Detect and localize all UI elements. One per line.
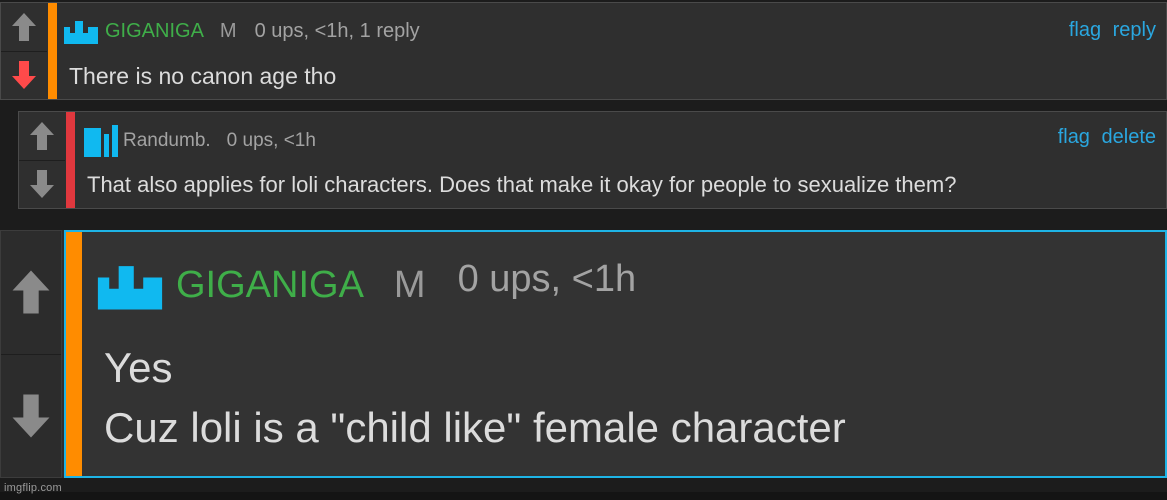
downvote-arrow-icon [30, 170, 54, 199]
vote-column [19, 112, 65, 208]
comment-body: GIGANIGA M 0 ups, <1h, 1 reply flag repl… [59, 3, 1166, 99]
comment-text-line-2: Cuz loli is a "child like" female charac… [104, 404, 846, 451]
upvote-button[interactable] [1, 231, 61, 354]
imgflip-crown-icon [97, 266, 163, 310]
mod-badge: M [393, 263, 426, 306]
delete-link[interactable]: delete [1102, 126, 1157, 148]
comment-body: GIGANIGA M 0 ups, <1h Yes Cuz loli is a … [84, 232, 1165, 476]
upvote-button[interactable] [19, 112, 65, 160]
reply-link[interactable]: reply [1113, 19, 1156, 41]
flag-link[interactable]: flag [1058, 126, 1090, 148]
downvote-button[interactable] [1, 353, 61, 478]
mod-badge: M [219, 19, 237, 42]
comment-text: There is no canon age tho [69, 63, 337, 89]
comment-stripe [66, 112, 75, 208]
comment-highlight-frame: GIGANIGA M 0 ups, <1h Yes Cuz loli is a … [64, 230, 1167, 478]
comment-stripe [48, 3, 57, 99]
comment-username[interactable]: GIGANIGA [105, 20, 204, 43]
comment-actions: flag reply [1069, 19, 1156, 42]
comment-body: Randumb. 0 ups, <1h flag delete That als… [77, 112, 1166, 208]
comment-username[interactable]: GIGANIGA [176, 264, 364, 307]
imgflip-crown-icon [64, 21, 98, 44]
upvote-arrow-icon [12, 270, 50, 314]
vote-column [0, 230, 62, 478]
comment-text: That also applies for loli characters. D… [87, 172, 957, 197]
bottom-strip [0, 492, 1167, 500]
comment-username[interactable]: Randumb. [123, 130, 211, 152]
upvote-button[interactable] [1, 3, 47, 51]
downvote-arrow-icon [12, 61, 36, 90]
imgflip-watermark: imgflip.com [4, 482, 62, 494]
vote-column [1, 3, 47, 99]
comment-text-line-1: Yes [104, 344, 173, 391]
upvote-arrow-icon [12, 12, 36, 41]
comment-1: GIGANIGA M 0 ups, <1h, 1 reply flag repl… [0, 2, 1167, 100]
comment-meta: 0 ups, <1h, 1 reply [254, 19, 420, 42]
comment-3: GIGANIGA M 0 ups, <1h Yes Cuz loli is a … [0, 230, 1167, 478]
flag-link[interactable]: flag [1069, 19, 1101, 41]
comment-meta: 0 ups, <1h [226, 130, 316, 151]
upvote-arrow-icon [30, 121, 54, 150]
downvote-button[interactable] [19, 159, 65, 209]
comment-actions: flag delete [1058, 126, 1156, 149]
comment-header: GIGANIGA M 0 ups, <1h [96, 258, 636, 312]
user-logo-icon [84, 125, 118, 157]
comment-header: GIGANIGA M 0 ups, <1h, 1 reply [63, 17, 420, 45]
downvote-arrow-icon [12, 394, 50, 438]
comment-header: Randumb. 0 ups, <1h [83, 124, 316, 158]
comment-meta: 0 ups, <1h [457, 257, 637, 300]
comment-stripe [66, 232, 82, 476]
downvote-button[interactable] [1, 50, 47, 100]
comment-2: Randumb. 0 ups, <1h flag delete That als… [18, 111, 1167, 209]
